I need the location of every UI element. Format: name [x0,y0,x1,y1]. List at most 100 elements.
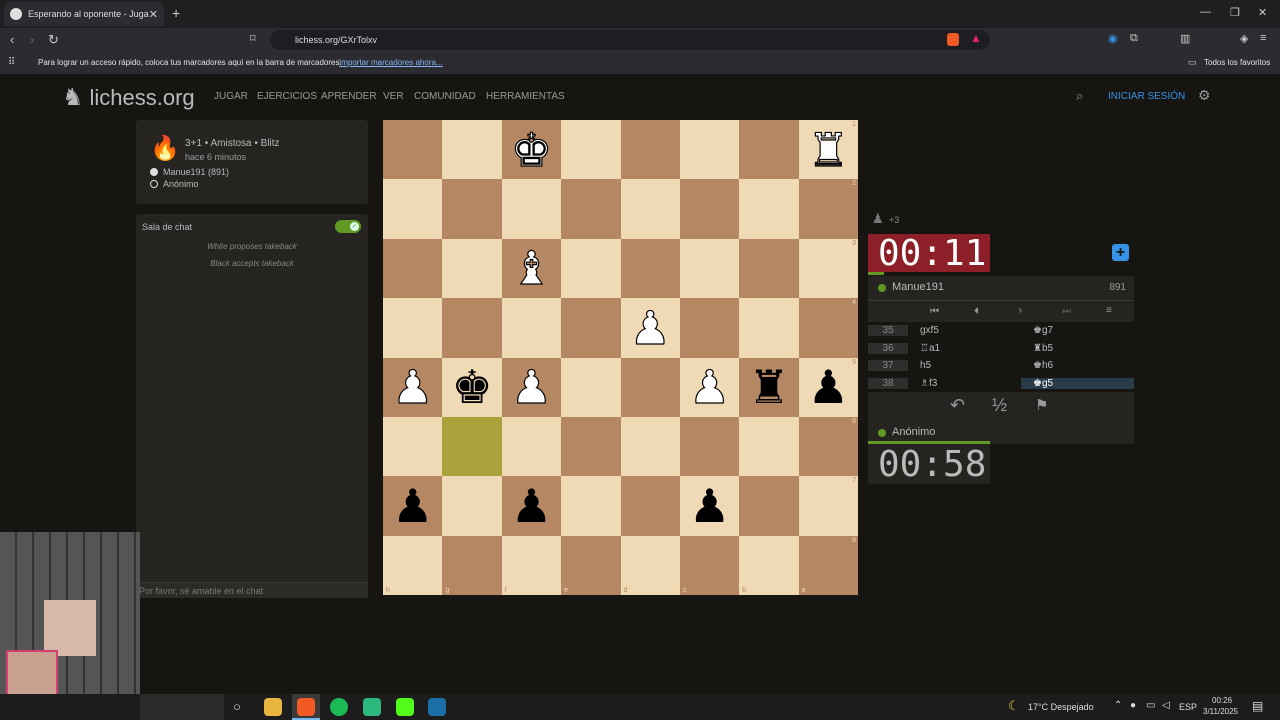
nav-comunidad[interactable]: COMUNIDAD [414,91,476,102]
square-g7[interactable] [442,476,502,536]
square-h5[interactable]: ♟ [383,357,443,417]
black-pawn-icon[interactable]: ♟ [511,483,552,529]
apps-icon[interactable]: ⠿ [8,57,15,68]
sidebar-icon[interactable]: ▥ [1180,32,1190,45]
square-e8[interactable]: e [561,535,621,595]
black-pawn-icon[interactable]: ♟ [689,483,730,529]
square-g2[interactable] [442,179,502,239]
square-a8[interactable]: 8a [798,535,858,595]
square-c4[interactable] [679,298,740,358]
browser-tab[interactable]: Esperando al oponente - Jugar f ✕ [4,2,164,26]
taskbar-search[interactable] [140,694,224,720]
brave-rewards-icon[interactable]: ▲ [970,31,982,45]
square-d8[interactable]: d [620,535,680,595]
close-tab-icon[interactable]: ✕ [149,8,158,21]
square-e2[interactable] [561,179,621,239]
offer-draw-button[interactable]: ½ [992,395,1007,416]
last-move-icon[interactable]: ⏭ [1062,306,1071,317]
square-e4[interactable] [561,298,621,358]
nav-herramientas[interactable]: HERRAMIENTAS [486,91,565,102]
brave-shield-icon[interactable] [947,33,959,46]
square-h3[interactable] [383,238,443,299]
square-b2[interactable] [739,179,799,239]
square-f3[interactable]: ♝ [501,238,562,299]
white-king-icon[interactable]: ♚ [510,126,552,173]
notifications-icon[interactable]: ▤ [1252,699,1263,713]
square-h7[interactable]: ♟ [383,476,443,536]
square-h6[interactable] [383,416,443,477]
add-time-button[interactable]: + [1112,244,1129,261]
all-favorites[interactable]: Todos los favoritos [1204,58,1270,67]
next-move-icon[interactable]: ⏵ [1018,306,1023,317]
square-c5[interactable]: ♟ [679,357,740,417]
square-c8[interactable]: c [679,535,740,595]
square-f8[interactable]: f [501,535,562,595]
square-a3[interactable]: 3 [798,238,858,299]
bookmark-icon[interactable]: ⌑ [250,32,256,45]
reload-icon[interactable]: ↻ [48,32,59,48]
import-bookmarks-link[interactable]: Importar marcadores ahora... [339,58,443,67]
white-pawn-icon[interactable]: ♟ [629,304,671,351]
white-move[interactable]: ♗f3 [908,378,1021,389]
square-h4[interactable] [383,298,443,358]
square-g5[interactable]: ♚ [442,357,502,417]
square-c6[interactable] [679,416,740,477]
square-f5[interactable]: ♟ [501,357,562,417]
square-g8[interactable]: g [442,535,502,595]
language-indicator[interactable]: ESP [1179,702,1197,712]
square-g4[interactable] [442,298,502,358]
address-bar[interactable]: lichess.org/GXrTolxv [270,30,990,50]
square-b1[interactable] [739,120,799,180]
kick-icon[interactable] [396,698,414,716]
square-c3[interactable] [679,238,740,299]
square-f6[interactable] [501,416,562,477]
cortana-icon[interactable]: ○ [233,699,241,714]
square-d4[interactable]: ♟ [620,298,680,358]
white-pawn-icon[interactable]: ♟ [510,364,552,411]
nav-aprender[interactable]: APRENDER [321,91,377,102]
close-window-button[interactable]: ✕ [1258,6,1267,19]
square-f1[interactable]: ♚ [501,120,562,180]
weather-text[interactable]: 17°C Despejado [1028,702,1094,712]
white-bishop-icon[interactable]: ♝ [510,245,552,292]
menu-icon[interactable]: ≡ [1260,32,1266,44]
chat-toggle[interactable]: ✓ [335,220,361,233]
square-a4[interactable]: 4 [798,298,858,358]
square-a5[interactable]: 5 ♟ [798,357,858,417]
prev-move-icon[interactable]: ⏴ [974,306,979,317]
opponent-name[interactable]: Manue191 [892,281,944,293]
nav-ejercicios[interactable]: EJERCICIOS [257,91,317,102]
login-link[interactable]: INICIAR SESIÓN [1108,91,1185,102]
square-c1[interactable] [679,120,740,180]
square-d5[interactable] [620,357,680,417]
nav-jugar[interactable]: JUGAR [214,91,248,102]
minimize-button[interactable]: — [1200,6,1211,18]
square-a7[interactable]: 7 [798,476,858,536]
menu-icon[interactable]: ≡ [1106,305,1112,316]
square-b7[interactable] [739,476,799,536]
square-f4[interactable] [501,298,562,358]
square-c7[interactable]: ♟ [679,476,740,536]
square-d6[interactable] [620,416,680,477]
white-pawn-icon[interactable]: ♟ [391,364,433,411]
black-king-icon[interactable]: ♚ [451,364,492,410]
new-tab-button[interactable]: + [172,5,180,21]
square-h2[interactable] [383,179,443,239]
square-a6[interactable]: 6 [798,416,858,477]
white-move[interactable]: ♖a1 [908,343,1021,354]
extensions-icon[interactable]: ⧉ [1130,32,1138,45]
square-d2[interactable] [620,179,680,239]
clock-time[interactable]: 00:26 [1212,696,1232,705]
square-b5[interactable]: ♜ [739,357,799,417]
square-d1[interactable] [620,120,680,180]
square-d3[interactable] [620,238,680,299]
black-move[interactable]: ♚h6 [1021,360,1134,371]
square-g3[interactable] [442,238,502,299]
square-b4[interactable] [739,298,799,358]
black-move[interactable]: ♜b5 [1021,343,1134,354]
square-e1[interactable] [561,120,621,180]
square-e7[interactable] [561,476,621,536]
volume-icon[interactable]: ◁ [1162,700,1170,711]
square-d7[interactable] [620,476,680,536]
search-icon[interactable]: ⌕ [1076,88,1083,104]
